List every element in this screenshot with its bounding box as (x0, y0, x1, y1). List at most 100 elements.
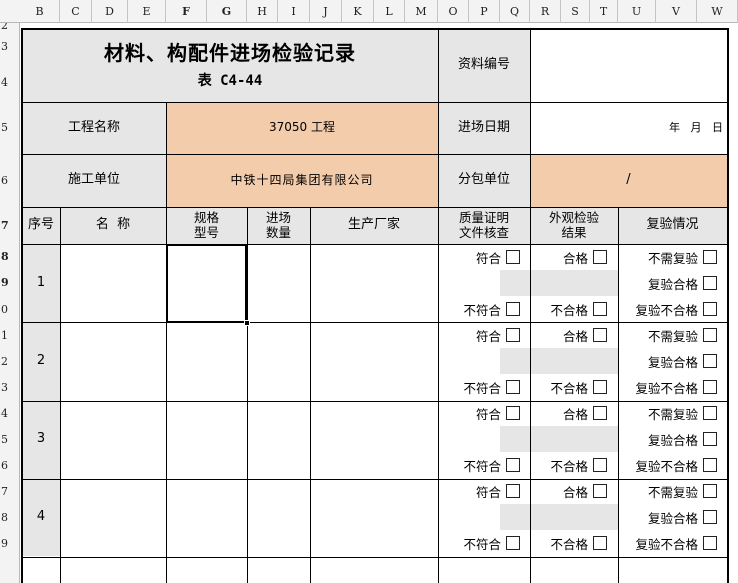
pass-option[interactable]: 合格 (563, 403, 607, 423)
row-header[interactable]: 8 (0, 244, 19, 270)
column-header-v[interactable]: V (656, 0, 697, 23)
recheck-fail-checkbox[interactable] (703, 458, 717, 472)
column-header-t[interactable]: T (590, 0, 618, 23)
nonconform-checkbox[interactable] (506, 536, 520, 550)
column-header-r[interactable]: R (530, 0, 561, 23)
row-header[interactable]: 7 (0, 207, 19, 244)
row-header[interactable]: 5 (0, 427, 19, 453)
fail-checkbox[interactable] (593, 302, 607, 316)
column-header-h[interactable]: H (247, 0, 278, 23)
recheck-pass-option[interactable]: 复验合格 (648, 429, 717, 449)
row-header[interactable]: 5 (0, 102, 19, 154)
fill-handle[interactable] (244, 320, 250, 326)
nonconform-checkbox[interactable] (506, 380, 520, 394)
pass-option[interactable]: 合格 (563, 481, 607, 501)
no-recheck-option[interactable]: 不需复验 (648, 247, 717, 267)
row-header[interactable]: 7 (0, 479, 19, 505)
row-header[interactable]: 9 (0, 270, 19, 296)
column-header-c[interactable]: C (60, 0, 92, 23)
nonconform-option[interactable]: 不符合 (463, 299, 520, 319)
column-header-p[interactable]: P (469, 0, 500, 23)
nonconform-checkbox[interactable] (506, 458, 520, 472)
row-header[interactable]: 0 (0, 296, 19, 323)
row-header[interactable]: 3 (0, 375, 19, 401)
conform-option[interactable]: 符合 (476, 403, 520, 423)
fail-checkbox[interactable] (593, 536, 607, 550)
row-header[interactable]: 2 (0, 349, 19, 375)
pass-checkbox[interactable] (593, 328, 607, 342)
fail-option[interactable]: 不合格 (550, 533, 607, 553)
fail-option[interactable]: 不合格 (550, 299, 607, 319)
project-value[interactable]: 37050 工程 (166, 102, 438, 154)
column-header-g[interactable]: G (207, 0, 247, 23)
recheck-pass-checkbox[interactable] (703, 354, 717, 368)
conform-option[interactable]: 符合 (476, 481, 520, 501)
conform-checkbox[interactable] (506, 250, 520, 264)
no-recheck-option[interactable]: 不需复验 (648, 325, 717, 345)
no-recheck-checkbox[interactable] (703, 250, 717, 264)
column-header-i[interactable]: I (278, 0, 310, 23)
nonconform-checkbox[interactable] (506, 302, 520, 316)
column-header-w[interactable]: W (697, 0, 738, 23)
nonconform-option[interactable]: 不符合 (463, 377, 520, 397)
recheck-pass-checkbox[interactable] (703, 510, 717, 524)
recheck-pass-checkbox[interactable] (703, 276, 717, 290)
recheck-fail-option[interactable]: 复验不合格 (635, 377, 717, 397)
contractor-value[interactable]: 中铁十四局集团有限公司 (166, 154, 438, 207)
fail-checkbox[interactable] (593, 458, 607, 472)
row-header[interactable]: 4 (0, 401, 19, 427)
column-header-d[interactable]: D (92, 0, 128, 23)
pass-checkbox[interactable] (593, 250, 607, 264)
recheck-fail-checkbox[interactable] (703, 380, 717, 394)
nonconform-option[interactable]: 不符合 (463, 455, 520, 475)
row-header[interactable]: 1 (0, 323, 19, 349)
column-header-k[interactable]: K (342, 0, 374, 23)
row-header[interactable]: 4 (0, 64, 19, 102)
row-header[interactable]: 6 (0, 154, 19, 207)
pass-checkbox[interactable] (593, 484, 607, 498)
subcontractor-value[interactable]: / (530, 154, 727, 207)
column-header-f[interactable]: F (166, 0, 207, 23)
no-recheck-checkbox[interactable] (703, 406, 717, 420)
row-header[interactable]: 9 (0, 531, 19, 557)
fail-option[interactable]: 不合格 (550, 377, 607, 397)
recheck-fail-option[interactable]: 复验不合格 (635, 299, 717, 319)
conform-option[interactable]: 符合 (476, 325, 520, 345)
column-header-s[interactable]: S (561, 0, 590, 23)
conform-checkbox[interactable] (506, 406, 520, 420)
column-header-b[interactable]: B (20, 0, 60, 23)
column-header-q[interactable]: Q (500, 0, 530, 23)
column-header-o[interactable]: O (438, 0, 469, 23)
row-header[interactable]: 3 (0, 29, 19, 64)
selected-cell[interactable] (166, 244, 247, 323)
recheck-fail-option[interactable]: 复验不合格 (635, 533, 717, 553)
recheck-fail-checkbox[interactable] (703, 536, 717, 550)
pass-option[interactable]: 合格 (563, 325, 607, 345)
pass-checkbox[interactable] (593, 406, 607, 420)
column-header-m[interactable]: M (405, 0, 438, 23)
no-recheck-option[interactable]: 不需复验 (648, 403, 717, 423)
recheck-pass-option[interactable]: 复验合格 (648, 351, 717, 371)
conform-option[interactable]: 符合 (476, 247, 520, 267)
doc-no-value[interactable] (530, 29, 727, 102)
nonconform-option[interactable]: 不符合 (463, 533, 520, 553)
recheck-pass-option[interactable]: 复验合格 (648, 507, 717, 527)
no-recheck-checkbox[interactable] (703, 484, 717, 498)
recheck-fail-checkbox[interactable] (703, 302, 717, 316)
column-header-j[interactable]: J (310, 0, 342, 23)
column-header-l[interactable]: L (374, 0, 405, 23)
no-recheck-option[interactable]: 不需复验 (648, 481, 717, 501)
fail-option[interactable]: 不合格 (550, 455, 607, 475)
recheck-pass-checkbox[interactable] (703, 432, 717, 446)
recheck-pass-option[interactable]: 复验合格 (648, 273, 717, 293)
column-header-u[interactable]: U (618, 0, 656, 23)
conform-checkbox[interactable] (506, 484, 520, 498)
row-header[interactable]: 6 (0, 453, 19, 479)
row-header[interactable]: 8 (0, 505, 19, 531)
entry-date-value[interactable]: 年 月 日 (530, 102, 727, 154)
fail-checkbox[interactable] (593, 380, 607, 394)
column-header-e[interactable]: E (128, 0, 166, 23)
pass-option[interactable]: 合格 (563, 247, 607, 267)
no-recheck-checkbox[interactable] (703, 328, 717, 342)
recheck-fail-option[interactable]: 复验不合格 (635, 455, 717, 475)
